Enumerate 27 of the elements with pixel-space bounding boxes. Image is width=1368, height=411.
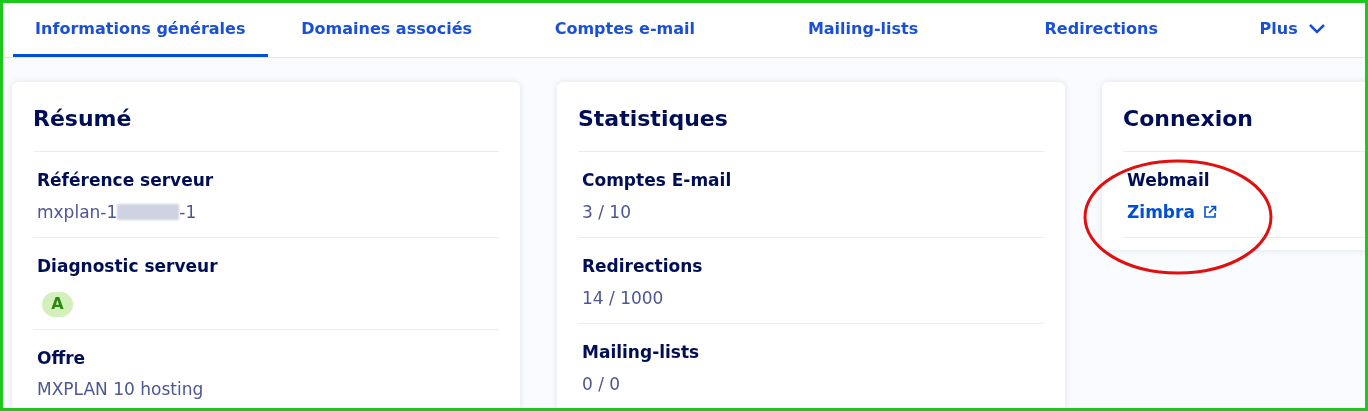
tab[interactable]: Redirections — [982, 3, 1221, 57]
tab[interactable]: Mailing-lists — [743, 3, 983, 57]
chevron-down-icon — [1307, 23, 1326, 34]
field-value: mxplan-1 — [37, 200, 118, 224]
field-label: Référence serveur — [37, 169, 215, 192]
webmail-link[interactable]: Zimbra — [1127, 199, 1365, 225]
field-value: 0 / 0 — [582, 373, 621, 394]
field-label: Diagnostic serveur — [37, 255, 219, 278]
field-label: Redirections — [582, 255, 704, 278]
tab[interactable]: Informations générales — [13, 3, 268, 57]
tab[interactable]: Comptes e-mail — [505, 3, 744, 57]
redaction-blur — [117, 204, 180, 221]
external-link-icon — [1202, 205, 1217, 220]
field-value: MXPLAN 10 hosting — [37, 379, 204, 399]
card-title: Statistiques — [578, 102, 1044, 152]
field-label: Webmail — [1127, 169, 1211, 192]
tab[interactable]: Domaines associés — [267, 3, 506, 57]
card-title: Résumé — [33, 102, 499, 152]
field-value: 3 / 10 — [582, 201, 631, 222]
field-label: Mailing-lists — [582, 341, 701, 364]
card-title: Connexion — [1123, 102, 1365, 152]
field-value: -1 — [179, 200, 197, 224]
field-value: 14 / 1000 — [582, 287, 664, 308]
grade-badge: A — [42, 291, 73, 317]
field-label: Comptes E-mail — [582, 169, 733, 192]
tab[interactable]: Plus — [1220, 3, 1365, 57]
field-label: Offre — [37, 346, 87, 370]
